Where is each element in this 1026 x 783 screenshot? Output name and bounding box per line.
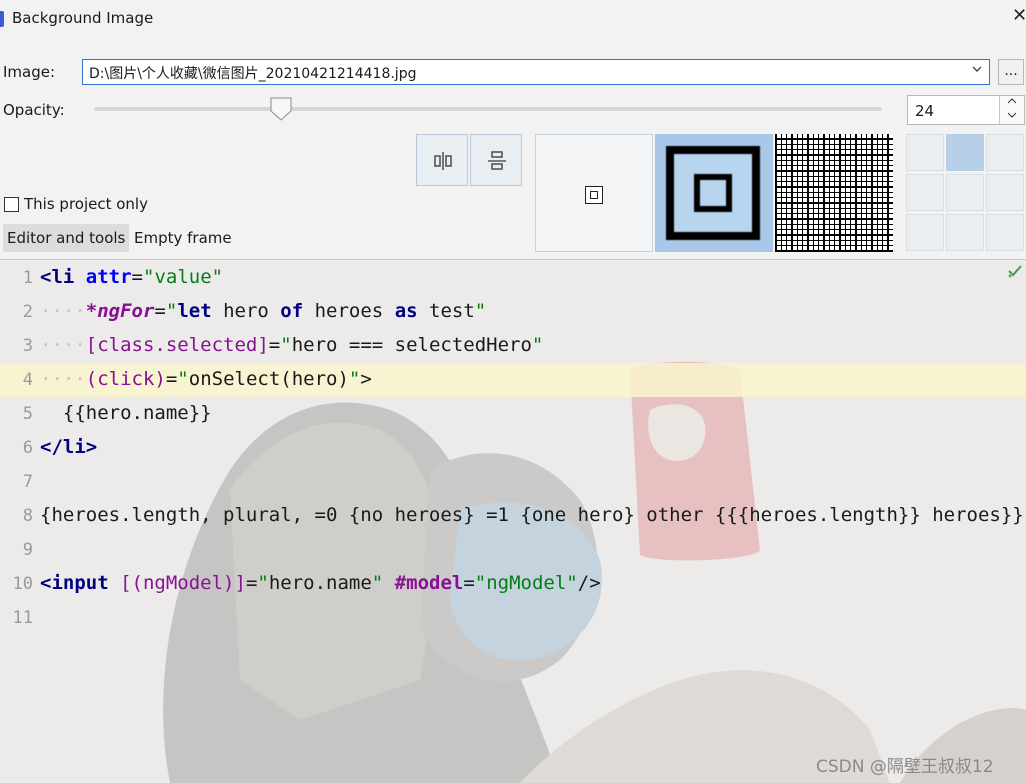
app-icon	[0, 11, 4, 27]
opacity-slider[interactable]	[94, 107, 882, 111]
slider-thumb-icon[interactable]	[270, 97, 292, 121]
line-number: 2	[22, 302, 33, 322]
line-number: 1	[22, 268, 33, 288]
editor-preview: 1 2 3 4 5 6 7 8 9 10 11 <li attr="value"…	[0, 259, 1026, 783]
close-icon[interactable]: ✕	[1012, 6, 1026, 26]
anchor-cell-middle-center[interactable]	[946, 174, 984, 211]
anchor-grid[interactable]	[906, 134, 1026, 252]
anchor-cell-top-center[interactable]	[946, 134, 984, 171]
code-line-6: </li>	[40, 436, 98, 458]
line-number: 9	[22, 540, 33, 560]
code-line-8: {heroes.length, plural, =0 {no heroes} =…	[40, 504, 1024, 526]
title-bar: Background Image ✕	[0, 0, 1026, 38]
line-number: 6	[22, 438, 33, 458]
opacity-value[interactable]: 24	[915, 102, 934, 120]
checkmark-icon	[1008, 263, 1022, 282]
line-number: 5	[22, 404, 33, 424]
this-project-only-checkbox[interactable]	[4, 197, 19, 212]
code-line-5: {{hero.name}}	[40, 402, 212, 424]
placement-center-option[interactable]	[535, 134, 653, 252]
image-path-combobox[interactable]: D:\图片\个人收藏\微信图片_20210421214418.jpg	[82, 59, 990, 85]
opacity-label: Opacity:	[3, 101, 65, 119]
flip-horizontal-button[interactable]	[416, 134, 468, 186]
line-number-gutter: 1 2 3 4 5 6 7 8 9 10 11	[0, 260, 38, 783]
line-number: 7	[22, 472, 33, 492]
flip-vertical-button[interactable]	[470, 134, 522, 186]
scale-preview-icon	[666, 146, 760, 240]
anchor-cell-bottom-left[interactable]	[906, 214, 944, 251]
line-number: 4	[22, 370, 33, 390]
browse-button[interactable]: ...	[998, 59, 1024, 85]
code-line-3: ····[class.selected]="hero === selectedH…	[40, 334, 544, 356]
anchor-cell-bottom-center[interactable]	[946, 214, 984, 251]
code-line-10: <input [(ngModel)]="hero.name" #model="n…	[40, 572, 601, 594]
anchor-cell-top-left[interactable]	[906, 134, 944, 171]
anchor-cell-middle-right[interactable]	[986, 174, 1024, 211]
line-number: 3	[22, 336, 33, 356]
tab-empty-frame[interactable]: Empty frame	[130, 224, 236, 252]
line-number: 10	[12, 574, 33, 594]
spin-down-icon[interactable]	[999, 110, 1024, 124]
line-number: 11	[12, 608, 33, 628]
anchor-cell-middle-left[interactable]	[906, 174, 944, 211]
tab-editor-and-tools[interactable]: Editor and tools	[3, 224, 130, 252]
opacity-spinner[interactable]: 24	[907, 95, 1025, 125]
code-line-2: ····*ngFor="let hero of heroes as test"	[40, 300, 487, 322]
code-line-4: ····(click)="onSelect(hero)">	[40, 368, 372, 390]
window-title: Background Image	[12, 9, 154, 27]
watermark: CSDN @隔壁王叔叔12	[816, 757, 994, 777]
placement-scale-option[interactable]	[655, 134, 773, 252]
spin-up-icon[interactable]	[999, 96, 1024, 111]
line-number: 8	[22, 506, 33, 526]
anchor-cell-top-right[interactable]	[986, 134, 1024, 171]
code-line-1: <li attr="value"	[40, 266, 224, 288]
placement-tile-option[interactable]	[775, 134, 893, 252]
center-preview-icon	[585, 186, 603, 204]
image-path-value: D:\图片\个人收藏\微信图片_20210421214418.jpg	[89, 66, 417, 82]
this-project-only-label[interactable]: This project only	[24, 195, 148, 213]
anchor-cell-bottom-right[interactable]	[986, 214, 1024, 251]
image-label: Image:	[3, 63, 56, 81]
chevron-down-icon[interactable]	[971, 63, 983, 78]
